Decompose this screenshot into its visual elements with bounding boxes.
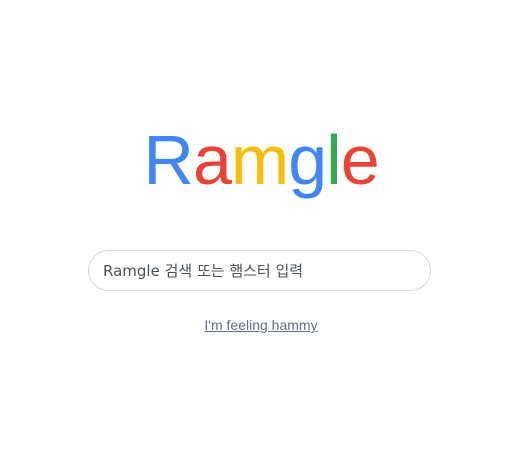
ramgle-logo: Ramgle (0, 118, 522, 202)
feeling-hammy-link[interactable]: I'm feeling hammy (0, 317, 522, 333)
logo-letter-l: l (326, 121, 342, 199)
logo-letter-e: e (340, 121, 380, 199)
search-input[interactable] (103, 251, 416, 290)
logo-letter-m: m (230, 121, 289, 199)
ramgle-homepage: Ramgle I'm feeling hammy (0, 0, 522, 474)
search-box[interactable] (88, 250, 431, 291)
logo-letter-g: g (288, 121, 327, 199)
logo-letter-a: a (192, 121, 232, 199)
logo-letter-r: R (143, 121, 194, 199)
